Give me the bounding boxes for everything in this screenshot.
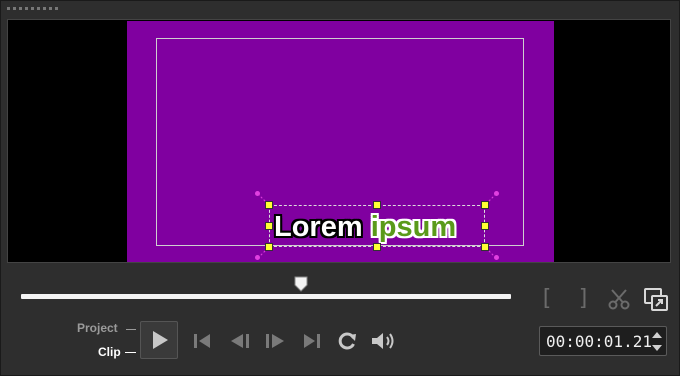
resize-handle-tr[interactable]: [481, 201, 489, 209]
title-word-2: ipsum: [370, 211, 457, 243]
rotate-handle-tl[interactable]: [255, 191, 260, 196]
play-icon: [153, 331, 168, 349]
clip-mode-line: [125, 352, 136, 353]
cut-icon[interactable]: [607, 287, 631, 311]
scrub-bar[interactable]: [21, 294, 511, 299]
player-panel: Lorem ipsum [ ] Project Clip 00:00:01.21: [0, 0, 680, 376]
timecode-value[interactable]: 00:00:01.21: [546, 332, 652, 351]
resize-handle-br[interactable]: [481, 243, 489, 251]
preview-window: Lorem ipsum: [7, 19, 671, 263]
mark-out-icon[interactable]: ]: [574, 285, 592, 311]
timecode-up-icon[interactable]: [651, 330, 663, 340]
project-mode-label[interactable]: Project: [77, 321, 118, 335]
clip-mode-label[interactable]: Clip: [98, 345, 121, 359]
play-button[interactable]: [140, 321, 178, 359]
resize-handle-mr[interactable]: [481, 222, 489, 230]
preview-canvas[interactable]: Lorem ipsum: [127, 21, 554, 262]
resize-handle-bl[interactable]: [265, 243, 273, 251]
resize-handle-bm[interactable]: [373, 243, 381, 251]
resize-handle-ml[interactable]: [265, 222, 273, 230]
title-text[interactable]: Lorem ipsum: [274, 210, 456, 244]
title-selection-box[interactable]: Lorem ipsum: [269, 205, 485, 247]
project-mode-line: [126, 329, 136, 330]
resize-handle-tm[interactable]: [373, 201, 381, 209]
scrubber-handle[interactable]: [293, 276, 309, 292]
volume-icon[interactable]: [369, 329, 399, 353]
resize-handle-tl[interactable]: [265, 201, 273, 209]
timecode-display[interactable]: 00:00:01.21: [539, 326, 667, 356]
to-start-icon[interactable]: [191, 330, 213, 352]
enlarge-preview-icon[interactable]: [643, 287, 669, 313]
prev-frame-icon[interactable]: [227, 330, 253, 352]
grip-icon[interactable]: [7, 7, 58, 10]
rotate-handle-tr[interactable]: [494, 191, 499, 196]
title-word-1: Lorem: [274, 211, 363, 243]
rotate-handle-bl[interactable]: [255, 255, 260, 260]
repeat-icon[interactable]: [335, 329, 359, 353]
to-end-icon[interactable]: [301, 330, 323, 352]
mark-in-icon[interactable]: [: [538, 285, 556, 311]
next-frame-icon[interactable]: [262, 330, 288, 352]
timecode-down-icon[interactable]: [651, 343, 663, 353]
rotate-handle-br[interactable]: [494, 255, 499, 260]
